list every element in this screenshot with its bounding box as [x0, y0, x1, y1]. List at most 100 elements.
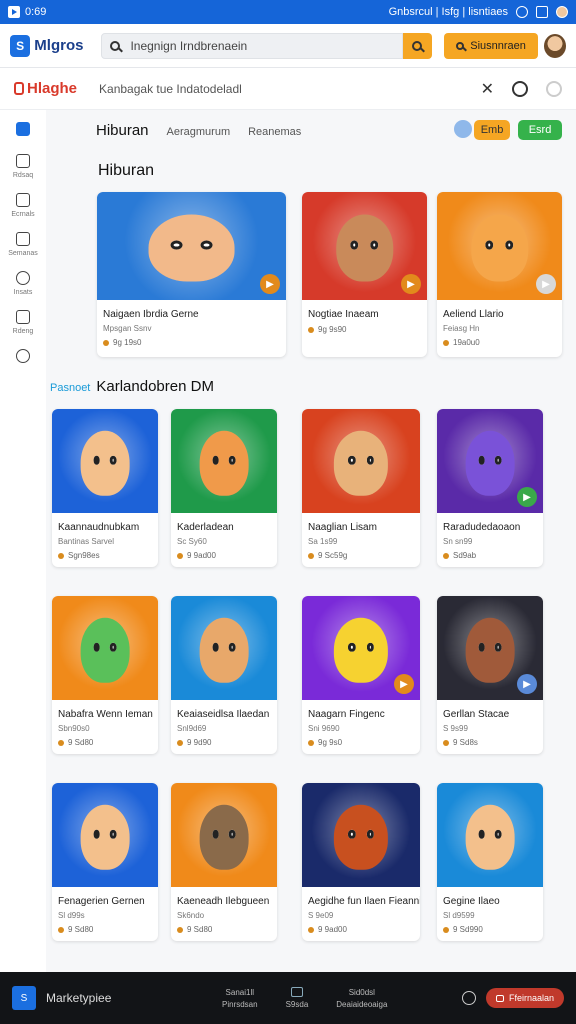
close-icon[interactable]: ✕: [481, 79, 494, 99]
game-card[interactable]: ▶ Raradudedaoaon Sn sn99 Sd9ab: [437, 409, 543, 567]
primary-cta-button[interactable]: Siusnnraen: [444, 32, 538, 59]
bottom-brand[interactable]: Marketypiee: [46, 991, 111, 1005]
game-card[interactable]: ▶ Gerllan Stacae S 9s99 9 Sd8s: [437, 596, 543, 754]
sidebar-item-5[interactable]: Rdeng: [0, 310, 46, 335]
bottom-action-label: Ffeirnaalan: [508, 993, 554, 1003]
game-card[interactable]: Gegine Ilaeo Sl d9599 9 Sd990: [437, 783, 543, 941]
bottom-action-button[interactable]: Ffeirnaalan: [485, 988, 564, 1008]
bottom-bar: S Marketypiee Sanai1ll Pinrsdsan S9sda S…: [0, 972, 576, 1024]
card-subtitle: Bantinas Sarvel: [58, 537, 115, 546]
coin-icon: [308, 552, 314, 559]
game-card[interactable]: Fenagerien Gernen Sl d99s 9 Sd80: [52, 783, 158, 941]
card-title: Gegine Ilaeo: [443, 896, 500, 907]
cloud-icon: [16, 349, 30, 363]
user-avatar[interactable]: [543, 33, 567, 58]
battery-icon: [536, 6, 548, 18]
character-art: [148, 214, 235, 282]
profile-icon[interactable]: [556, 6, 568, 18]
coin-icon: [443, 739, 449, 746]
tab-0[interactable]: Hiburan: [96, 122, 149, 139]
notification-icon[interactable]: [512, 80, 528, 97]
game-card[interactable]: Keaiaseidlsa Ilaedan Snl9d69 9 9d90: [171, 596, 277, 754]
info-icon[interactable]: [454, 120, 472, 138]
sidebar-item-6[interactable]: [0, 349, 46, 367]
app-logo[interactable]: S: [10, 34, 31, 57]
card-title: Gerllan Stacae: [443, 709, 510, 720]
card-meta-text: Sgn98es: [68, 551, 100, 560]
sidebar-item-4[interactable]: Insats: [0, 271, 46, 296]
game-card[interactable]: Naaglian Lisam Sa 1s99 9 Sc59g: [302, 409, 420, 567]
card-meta-text: 9g 9s0: [318, 738, 343, 747]
sidebar-item-3[interactable]: Semanas: [0, 232, 46, 257]
play-badge-icon[interactable]: ▶: [394, 674, 414, 694]
sidebar-item-0[interactable]: [0, 122, 46, 140]
tab-2[interactable]: Reanemas: [248, 126, 301, 138]
coin-icon: [58, 552, 64, 559]
action-button-1[interactable]: Emb: [474, 120, 510, 140]
play-badge-icon[interactable]: ▶: [517, 487, 537, 507]
card-title: Kaderladean: [177, 522, 234, 533]
search-button[interactable]: [402, 32, 433, 59]
game-card[interactable]: ▶ Naigaen Ibrdia Gerne Mpsgan Ssnv 9g 19s0: [97, 192, 286, 357]
sidebar-item-1[interactable]: Rdsaq: [0, 154, 46, 179]
play-badge-icon[interactable]: ▶: [401, 274, 421, 294]
game-card[interactable]: ▶ Naagarn Fingenc Sni 9690 9g 9s0: [302, 596, 420, 754]
game-card[interactable]: ▶ Nogtiae Inaeam 9g 9s90: [302, 192, 427, 357]
brand-name[interactable]: Mlgros: [34, 37, 83, 54]
game-card[interactable]: Kaannaudnubkam Bantinas Sarvel Sgn98es: [52, 409, 158, 567]
coin-icon: [443, 926, 449, 933]
game-card[interactable]: Nabafra Wenn Ieman Sbn90s0 9 Sd80: [52, 596, 158, 754]
status-bar: 0:69 Gnbsrcul | Isfg | lisntiaes: [0, 0, 576, 24]
bottom-nav-1-label: Sanai1ll: [225, 987, 255, 997]
card-subtitle: Sni 9690: [308, 724, 340, 733]
character-art: [199, 430, 249, 496]
section-title-2-text: Karlandobren DM: [96, 378, 214, 395]
card-subtitle: Feiasg Hn: [443, 324, 480, 333]
site-logo[interactable]: Hlaghe: [14, 80, 77, 97]
card-meta: 9 9ad00: [177, 551, 277, 560]
bottom-nav-3-sub: Deaiaideoaiga: [336, 999, 388, 1009]
bottom-nav-1[interactable]: Sanai1ll Pinrsdsan: [222, 988, 258, 1009]
card-meta-text: 9 Sc59g: [318, 551, 348, 560]
coin-icon: [58, 926, 64, 933]
action-button-2[interactable]: Esrd: [518, 120, 562, 140]
card-subtitle: Sn sn99: [443, 537, 473, 546]
bottom-nav-3[interactable]: Sid0dsl Deaiaideoaiga: [336, 988, 387, 1009]
settings-icon[interactable]: [546, 80, 562, 97]
card-title: Aeliend Llario: [443, 309, 504, 320]
card-meta: 19a0u0: [443, 338, 562, 347]
card-meta: 9 Sc59g: [308, 551, 420, 560]
game-thumbnail: ▶: [302, 192, 427, 300]
section-accent: Pasnoet: [50, 382, 91, 394]
game-card[interactable]: ▶ Aeliend Llario Feiasg Hn 19a0u0: [437, 192, 562, 357]
character-art: [335, 214, 394, 282]
wifi-icon: [516, 6, 528, 18]
coin-icon: [308, 926, 314, 933]
game-card[interactable]: Kaeneadh Ilebgueen Sk6ndo 9 Sd80: [171, 783, 277, 941]
sidebar-item-2[interactable]: Ecrnals: [0, 193, 46, 218]
card-meta-text: 9 9ad00: [318, 925, 347, 934]
play-badge-icon[interactable]: ▶: [517, 674, 537, 694]
search-icon: [110, 40, 121, 51]
game-card[interactable]: Aegidhe fun Ilaen Fieanni S 9e09 9 9ad00: [302, 783, 420, 941]
game-card[interactable]: Kaderladean Sc Sy60 9 9ad00: [171, 409, 277, 567]
card-meta-text: Sd9ab: [453, 551, 477, 560]
bottom-nav-2[interactable]: S9sda: [286, 987, 308, 1009]
card-meta: 9 Sd80: [177, 925, 277, 934]
tab-1[interactable]: Aeragmurum: [167, 126, 231, 138]
site-logo-text: Hlaghe: [27, 80, 78, 97]
play-badge-icon[interactable]: ▶: [260, 274, 280, 294]
card-subtitle: Snl9d69: [177, 724, 207, 733]
play-badge-icon[interactable]: ▶: [536, 274, 556, 294]
help-icon[interactable]: [461, 991, 476, 1005]
game-thumbnail: [302, 783, 420, 887]
card-meta-text: 9 Sd80: [68, 925, 94, 934]
library-icon: [290, 987, 303, 997]
bottom-logo[interactable]: S: [12, 986, 36, 1010]
game-thumbnail: ▶: [437, 596, 543, 700]
search-input[interactable]: Inegnign Irndbrenaein: [101, 32, 403, 59]
sidebar-item-label: Rdsaq: [12, 172, 34, 179]
sub-header: Hlaghe Kanbagak tue Indatodeladl ✕: [0, 68, 576, 110]
card-meta: 9g 9s0: [308, 738, 420, 747]
card-title: Kaannaudnubkam: [58, 522, 140, 533]
